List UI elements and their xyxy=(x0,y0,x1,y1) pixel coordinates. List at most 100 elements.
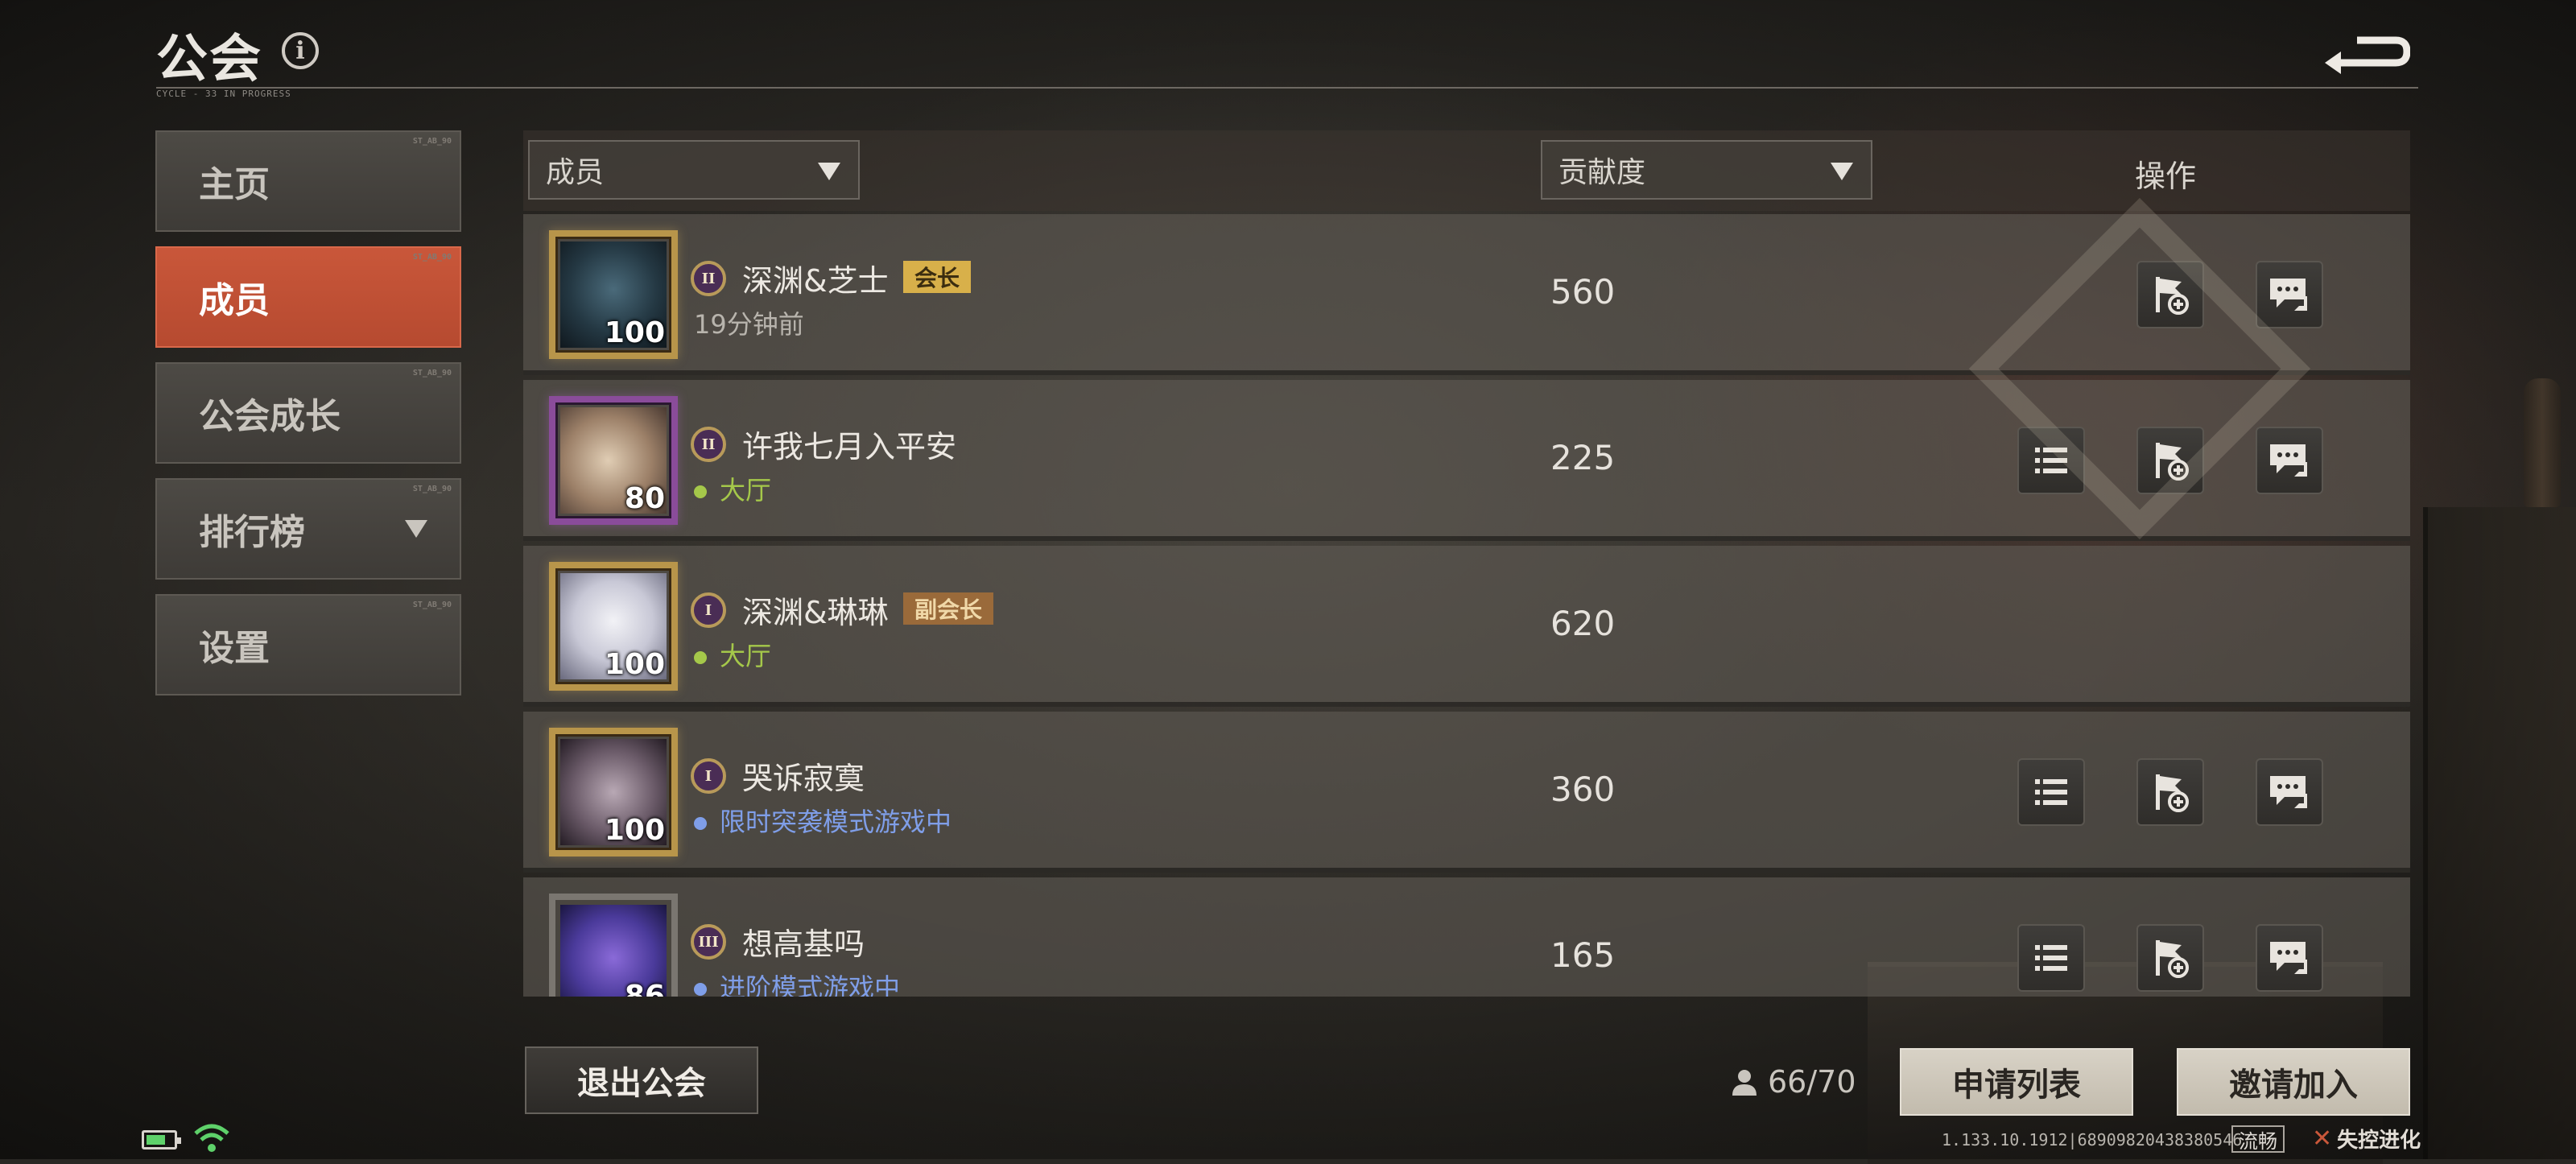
member-name: 想高基吗 xyxy=(742,927,865,962)
background-cabinet xyxy=(2423,507,2576,1159)
rank-badge-icon: II xyxy=(691,427,726,462)
member-status: 进阶模式游戏中 xyxy=(694,968,900,997)
chat-button[interactable] xyxy=(2256,924,2323,992)
member-row[interactable]: 86 III 想高基吗 进阶模式游戏中 165 xyxy=(523,877,2410,997)
header-subtitle: CYCLE - 33 IN PROGRESS xyxy=(156,89,291,99)
avatar-level: 86 xyxy=(624,980,665,997)
chat-button[interactable] xyxy=(2256,758,2323,826)
sidebar-item-tag: ST_AB_90 xyxy=(412,137,452,146)
details-list-button[interactable] xyxy=(2017,427,2085,494)
flag-plus-button[interactable] xyxy=(2136,924,2204,992)
member-status: 大厅 xyxy=(694,470,771,507)
quit-guild-button[interactable]: 退出公会 xyxy=(525,1046,758,1114)
sidebar-item-members[interactable]: ST_AB_90 成员 xyxy=(155,246,461,348)
sidebar-item-home[interactable]: ST_AB_90 主页 xyxy=(155,130,461,232)
list-icon xyxy=(2035,448,2067,473)
member-filter-value: 成员 xyxy=(546,156,605,189)
chevron-down-icon xyxy=(405,520,427,538)
avatar[interactable]: 80 xyxy=(549,396,678,525)
member-filter-dropdown[interactable]: 成员 xyxy=(528,140,860,200)
status-dot xyxy=(694,817,707,830)
member-row[interactable]: 100 I 哭诉寂寞 限时突袭模式游戏中 360 xyxy=(523,712,2410,873)
contribution-value: 620 xyxy=(1550,604,1616,643)
ops-column-header: 操作 xyxy=(2135,159,2197,194)
rank-badge-icon: II xyxy=(691,261,726,296)
background-bottle xyxy=(2524,378,2561,507)
flag-plus-button[interactable] xyxy=(2136,427,2204,494)
chat-button[interactable] xyxy=(2256,261,2323,328)
sidebar-item-tag: ST_AB_90 xyxy=(412,253,452,262)
sort-value: 贡献度 xyxy=(1558,156,1646,189)
status-dot xyxy=(694,485,707,498)
sidebar-item-tag: ST_AB_90 xyxy=(412,485,452,493)
avatar[interactable]: 100 xyxy=(549,728,678,856)
wifi-icon xyxy=(194,1124,229,1152)
flag-plus-button[interactable] xyxy=(2136,758,2204,826)
network-status: 流畅 xyxy=(2231,1125,2285,1153)
avatar-level: 100 xyxy=(604,814,665,847)
member-row[interactable]: 80 II 许我七月入平安 大厅 225 xyxy=(523,380,2410,541)
details-list-button[interactable] xyxy=(2017,924,2085,992)
sidebar-item-guild-growth[interactable]: ST_AB_90 公会成长 xyxy=(155,362,461,464)
status-text: 大厅 xyxy=(720,641,772,671)
member-count-value: 66/70 xyxy=(1768,1064,1856,1100)
member-name: 许我七月入平安 xyxy=(742,429,957,464)
info-icon[interactable]: i xyxy=(282,32,319,69)
details-list-button[interactable] xyxy=(2017,758,2085,826)
rank-badge-icon: I xyxy=(691,592,726,628)
dropdown-arrow-icon xyxy=(1831,163,1853,180)
logo-mark-icon: ✕ xyxy=(2312,1125,2333,1153)
list-icon xyxy=(2035,779,2067,805)
sidebar-item-label: 设置 xyxy=(199,628,270,669)
header-divider xyxy=(156,87,2418,89)
invite-button[interactable]: 邀请加入 xyxy=(2177,1048,2410,1116)
list-icon xyxy=(2035,945,2067,971)
status-text: 大厅 xyxy=(720,475,772,506)
role-tag: 会长 xyxy=(903,261,972,293)
sidebar-item-label: 主页 xyxy=(199,164,270,205)
person-icon xyxy=(1732,1070,1757,1096)
chat-icon xyxy=(2270,444,2307,477)
sort-dropdown[interactable]: 贡献度 xyxy=(1541,140,1872,200)
chat-button[interactable] xyxy=(2256,427,2323,494)
avatar[interactable]: 100 xyxy=(549,230,678,359)
sidebar-item-tag: ST_AB_90 xyxy=(412,369,452,378)
flag-plus-button[interactable] xyxy=(2136,261,2204,328)
chat-icon xyxy=(2270,279,2307,311)
sidebar-item-leaderboard[interactable]: ST_AB_90 排行榜 xyxy=(155,478,461,580)
status-text: 进阶模式游戏中 xyxy=(720,972,901,997)
battery-fill xyxy=(147,1135,165,1145)
member-row[interactable]: 100 II 深渊&芝士 会长 19分钟前 560 xyxy=(523,214,2410,375)
chat-icon xyxy=(2270,942,2307,974)
flag-plus-icon xyxy=(2156,940,2189,978)
game-logo-text: 失控进化 xyxy=(2337,1129,2421,1153)
apply-list-button[interactable]: 申请列表 xyxy=(1900,1048,2133,1116)
status-text: 限时突袭模式游戏中 xyxy=(720,807,952,837)
version-text: 1.133.10.1912|68909820438380546 xyxy=(1942,1130,2243,1150)
battery-icon xyxy=(142,1130,181,1150)
sidebar-item-settings[interactable]: ST_AB_90 设置 xyxy=(155,594,461,696)
avatar[interactable]: 100 xyxy=(549,562,678,691)
flag-plus-icon xyxy=(2156,774,2189,812)
game-logo: ✕ 失控进化 xyxy=(2312,1124,2421,1154)
member-list[interactable]: 100 II 深渊&芝士 会长 19分钟前 560 80 II 许我七月入平安 … xyxy=(523,214,2410,997)
avatar-level: 80 xyxy=(624,482,665,515)
avatar-level: 100 xyxy=(604,648,665,681)
contribution-value: 225 xyxy=(1550,438,1616,477)
member-name: 深渊&芝士 xyxy=(742,263,889,299)
rank-badge-icon: I xyxy=(691,758,726,794)
rank-badge-icon: III xyxy=(691,924,726,960)
member-name: 哭诉寂寞 xyxy=(742,761,865,796)
battery-nub xyxy=(177,1137,181,1144)
avatar-level: 100 xyxy=(604,316,665,349)
sidebar-item-label: 成员 xyxy=(199,280,270,321)
member-name: 深渊&琳琳 xyxy=(742,595,889,630)
contribution-value: 165 xyxy=(1550,935,1616,975)
member-status: 19分钟前 xyxy=(694,304,804,341)
role-tag: 副会长 xyxy=(903,592,994,625)
back-arrow-icon[interactable] xyxy=(2322,27,2410,76)
avatar[interactable]: 86 xyxy=(549,894,678,997)
member-row[interactable]: 100 I 深渊&琳琳 副会长 大厅 620 xyxy=(523,546,2410,707)
dropdown-arrow-icon xyxy=(818,163,840,180)
status-dot xyxy=(694,651,707,664)
